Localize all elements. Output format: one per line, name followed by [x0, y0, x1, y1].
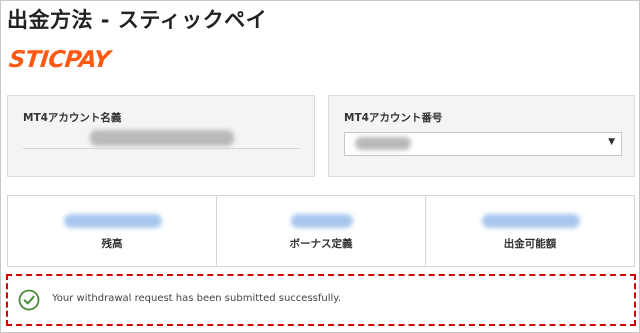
account-number-select[interactable]: ▼ — [344, 132, 622, 156]
balance-value-redacted — [64, 214, 162, 228]
check-circle-icon — [18, 289, 40, 311]
chevron-down-icon: ▼ — [608, 137, 615, 147]
page-container: 出金方法 - スティックペイ STICPAY MT4アカウント名義 MT4アカウ… — [0, 0, 640, 333]
account-number-panel: MT4アカウント番号 ▼ — [328, 95, 635, 177]
account-name-panel: MT4アカウント名義 — [7, 95, 315, 177]
account-number-value-redacted — [355, 137, 411, 150]
account-name-underline — [23, 148, 299, 149]
account-number-label: MT4アカウント番号 — [344, 112, 443, 124]
success-notice: Your withdrawal request has been submitt… — [6, 274, 636, 326]
bonus-value-redacted — [291, 214, 353, 228]
withdrawable-value-redacted — [482, 214, 580, 228]
success-message: Your withdrawal request has been submitt… — [52, 293, 341, 304]
stat-label: ボーナス定義 — [289, 238, 353, 250]
account-name-value-redacted — [90, 130, 234, 146]
stat-label: 出金可能額 — [503, 238, 557, 250]
stat-bonus: ボーナス定義 — [217, 196, 426, 266]
stat-label: 残高 — [101, 238, 123, 250]
stat-balance: 残高 — [8, 196, 217, 266]
sticpay-logo: STICPAY — [7, 47, 112, 73]
account-name-label: MT4アカウント名義 — [23, 112, 122, 124]
stat-withdrawable: 出金可能額 — [426, 196, 634, 266]
balance-stats: 残高 ボーナス定義 出金可能額 — [7, 195, 635, 267]
page-title: 出金方法 - スティックペイ — [7, 8, 268, 32]
